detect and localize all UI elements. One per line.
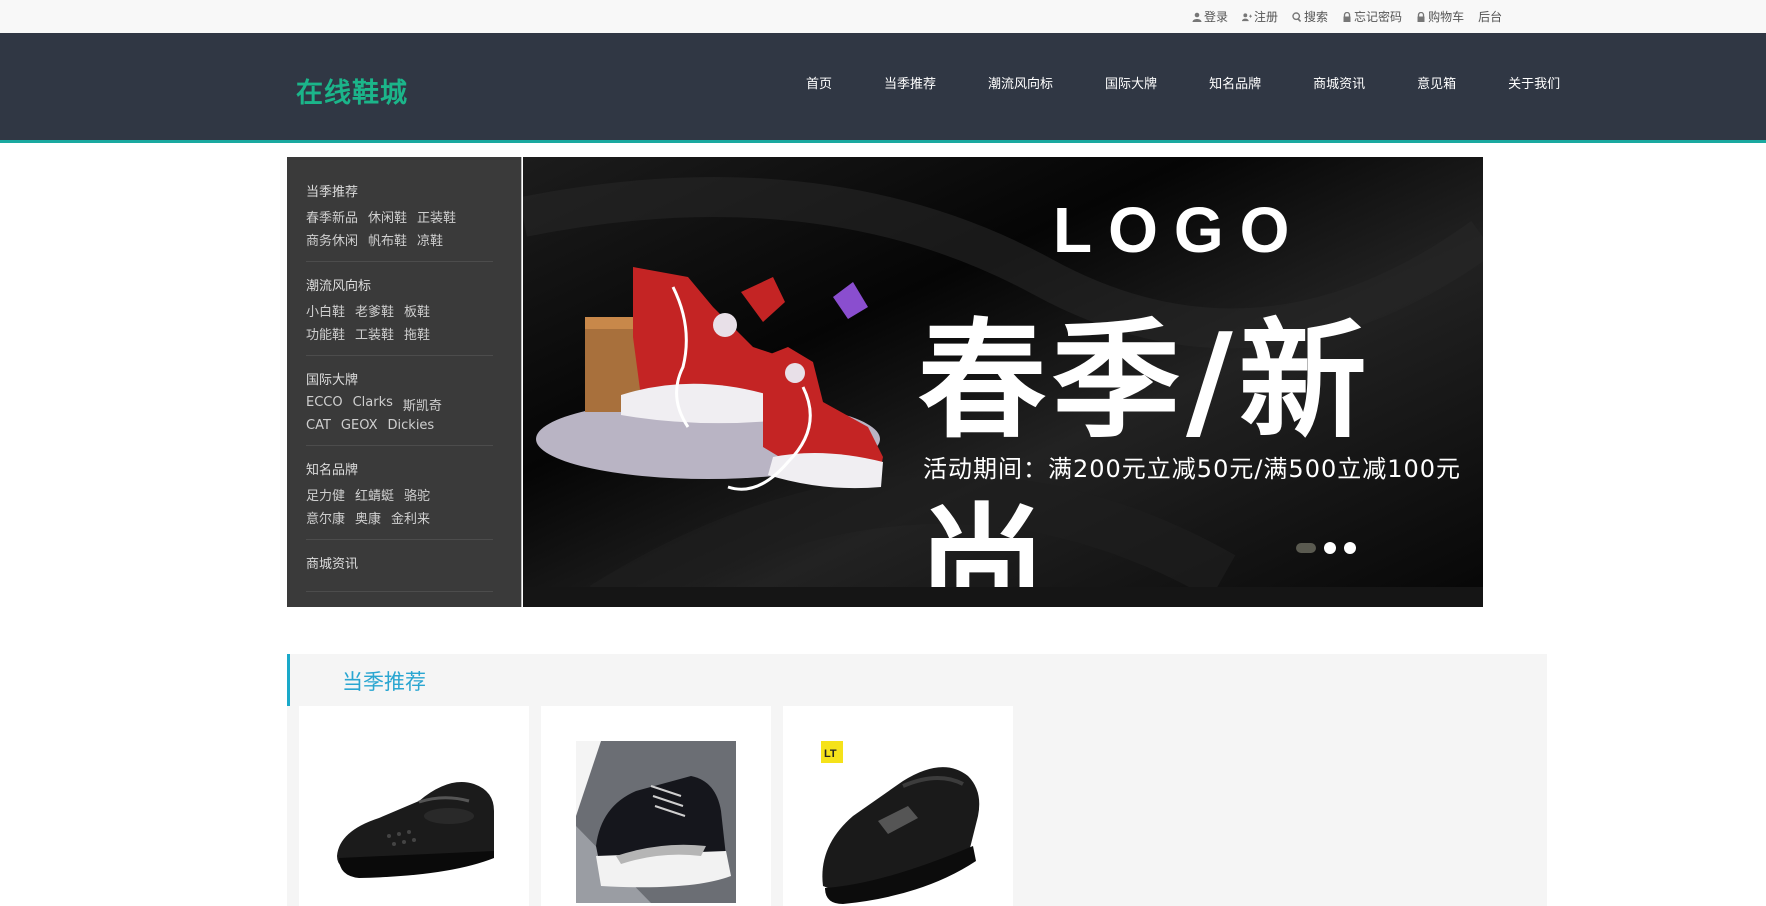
category-link[interactable]: Dickies xyxy=(388,418,435,433)
product-image xyxy=(337,782,494,878)
category-link[interactable]: 帆布鞋 xyxy=(368,230,407,249)
nav-feedback[interactable]: 意见箱 xyxy=(1391,73,1482,92)
login-link[interactable]: 登录 xyxy=(1192,8,1228,25)
category-group: 当季推荐 春季新品 休闲鞋 正装鞋 商务休闲 帆布鞋 凉鞋 xyxy=(306,181,493,262)
category-link[interactable]: 商务休闲 xyxy=(306,230,358,249)
carousel-dots xyxy=(1296,542,1356,554)
nav-international-brands[interactable]: 国际大牌 xyxy=(1079,73,1183,92)
black-slip-on-shoe: LT xyxy=(821,741,980,904)
category-link[interactable]: 金利来 xyxy=(391,508,430,527)
banner-subtext: 活动期间：满200元立减50元/满500立减100元 xyxy=(923,455,1462,483)
category-group: 商城资讯 xyxy=(306,553,493,592)
black-leather-loafer xyxy=(337,782,494,878)
category-title[interactable]: 国际大牌 xyxy=(306,369,493,388)
main-header: 在线鞋城 首页 当季推荐 潮流风向标 国际大牌 知名品牌 商城资讯 意见箱 关于… xyxy=(0,33,1766,143)
nav-about[interactable]: 关于我们 xyxy=(1482,73,1586,92)
category-link[interactable]: 意尔康 xyxy=(306,508,345,527)
category-link[interactable]: 工装鞋 xyxy=(355,324,394,343)
category-link[interactable]: Clarks xyxy=(353,395,393,414)
product-card[interactable] xyxy=(541,706,771,906)
category-title[interactable]: 潮流风向标 xyxy=(306,275,493,294)
svg-text:LT: LT xyxy=(824,748,837,760)
category-link[interactable]: 休闲鞋 xyxy=(368,207,407,226)
user-add-icon xyxy=(1242,12,1253,21)
nav-trends[interactable]: 潮流风向标 xyxy=(962,73,1079,92)
category-link[interactable]: 功能鞋 xyxy=(306,324,345,343)
lock-icon xyxy=(1417,11,1425,22)
site-logo[interactable]: 在线鞋城 xyxy=(296,71,408,110)
category-link[interactable]: 小白鞋 xyxy=(306,301,345,320)
category-link[interactable]: 斯凯奇 xyxy=(403,395,442,414)
nav-home[interactable]: 首页 xyxy=(780,73,858,92)
nav-news[interactable]: 商城资讯 xyxy=(1287,73,1391,92)
category-link[interactable]: 正装鞋 xyxy=(417,207,456,226)
product-card[interactable] xyxy=(299,706,529,906)
category-title[interactable]: 当季推荐 xyxy=(306,181,493,200)
season-picks-section: 当季推荐 LT xyxy=(287,654,1547,906)
forgot-password-link[interactable]: 忘记密码 xyxy=(1342,8,1402,25)
banner-logo-text: LOGO xyxy=(1053,194,1306,266)
category-group: 潮流风向标 小白鞋 老爹鞋 板鞋 功能鞋 工装鞋 拖鞋 xyxy=(306,275,493,356)
top-links: 登录 注册 搜索 忘记密码 购物车 后台 xyxy=(1192,0,1502,33)
main-nav: 首页 当季推荐 潮流风向标 国际大牌 知名品牌 商城资讯 意见箱 关于我们 xyxy=(780,73,1586,92)
black-sneaker xyxy=(576,741,736,903)
category-group: 知名品牌 足力健 红蜻蜓 骆驼 意尔康 奥康 金利来 xyxy=(306,459,493,540)
category-link[interactable]: GEOX xyxy=(341,418,378,433)
register-link[interactable]: 注册 xyxy=(1242,8,1278,25)
category-group: 国际大牌 ECCO Clarks 斯凯奇 CAT GEOX Dickies xyxy=(306,369,493,446)
category-link[interactable]: 骆驼 xyxy=(404,485,430,504)
banner-bottom-strip xyxy=(523,587,1483,607)
product-image: LT xyxy=(821,741,980,904)
product-card[interactable]: LT xyxy=(783,706,1013,906)
search-link[interactable]: 搜索 xyxy=(1292,8,1328,25)
section-title: 当季推荐 xyxy=(342,670,426,694)
product-image xyxy=(576,741,736,903)
category-link[interactable]: ECCO xyxy=(306,395,343,414)
category-link[interactable]: 奥康 xyxy=(355,508,381,527)
category-link[interactable]: 春季新品 xyxy=(306,207,358,226)
banner-headline: 春季/新尚 xyxy=(918,307,1373,607)
top-utility-bar: 登录 注册 搜索 忘记密码 购物车 后台 xyxy=(0,0,1766,33)
cart-link[interactable]: 购物车 xyxy=(1416,8,1464,25)
nav-season-picks[interactable]: 当季推荐 xyxy=(858,73,962,92)
carousel-dot[interactable] xyxy=(1296,543,1316,553)
category-link[interactable]: CAT xyxy=(306,418,331,433)
sidebar-divider xyxy=(521,157,522,607)
category-link[interactable]: 凉鞋 xyxy=(417,230,443,249)
user-icon xyxy=(1192,12,1202,22)
category-links: ECCO Clarks 斯凯奇 CAT GEOX Dickies xyxy=(306,395,476,433)
category-link[interactable]: 拖鞋 xyxy=(404,324,430,343)
lock-icon xyxy=(1343,11,1351,22)
category-link[interactable]: 足力健 xyxy=(306,485,345,504)
section-accent-bar xyxy=(287,654,290,706)
category-links: 足力健 红蜻蜓 骆驼 意尔康 奥康 金利来 xyxy=(306,485,476,527)
category-link[interactable]: 红蜻蜓 xyxy=(355,485,394,504)
category-title[interactable]: 商城资讯 xyxy=(306,553,493,572)
category-sidebar: 当季推荐 春季新品 休闲鞋 正装鞋 商务休闲 帆布鞋 凉鞋 潮流风向标 小白鞋 … xyxy=(287,157,521,607)
carousel-dot[interactable] xyxy=(1324,542,1336,554)
nav-famous-brands[interactable]: 知名品牌 xyxy=(1183,73,1287,92)
category-link[interactable]: 老爹鞋 xyxy=(355,301,394,320)
category-links: 小白鞋 老爹鞋 板鞋 功能鞋 工装鞋 拖鞋 xyxy=(306,301,476,343)
admin-link[interactable]: 后台 xyxy=(1478,8,1502,25)
category-links: 春季新品 休闲鞋 正装鞋 商务休闲 帆布鞋 凉鞋 xyxy=(306,207,476,249)
category-title[interactable]: 知名品牌 xyxy=(306,459,493,478)
search-icon xyxy=(1292,11,1302,22)
carousel-dot[interactable] xyxy=(1344,542,1356,554)
category-link[interactable]: 板鞋 xyxy=(404,301,430,320)
promo-banner[interactable]: LOGO 春季/新尚 活动期间：满200元立减50元/满500立减100元 xyxy=(523,157,1483,607)
